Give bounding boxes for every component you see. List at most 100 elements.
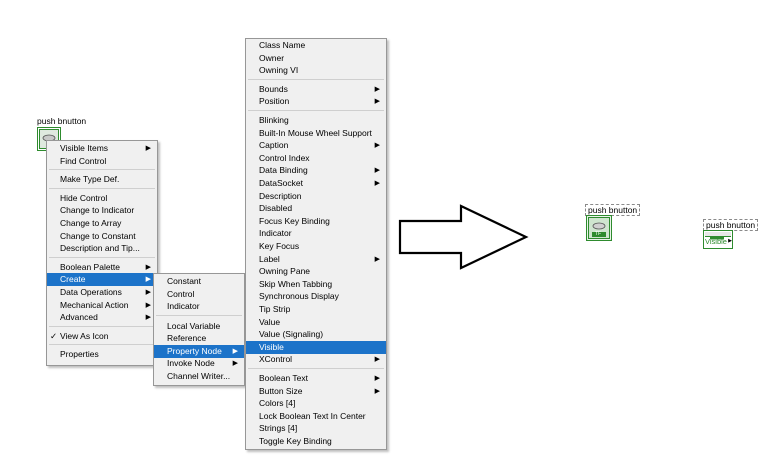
control-label: push bnutton [37,116,87,126]
property-menu-item-label[interactable]: Label ▶ [246,253,386,266]
property-menu-item-owning-vi[interactable]: Owning VI [246,64,386,77]
property-menu-item-xcontrol[interactable]: XControl ▶ [246,353,386,366]
property-menu-item-focus-key-binding[interactable]: Focus Key Binding [246,215,386,228]
menu-item-label: Change to Constant [60,230,136,241]
property-menu-item-owner[interactable]: Owner [246,52,386,65]
submenu-arrow-icon: ▶ [374,142,380,150]
submenu-arrow-icon: ▶ [232,360,238,367]
context-menu-item-description-and-tip[interactable]: Description and Tip... [47,242,157,255]
property-menu-item-colors-4[interactable]: Colors [4] [246,397,386,410]
menu-item-label: Invoke Node [167,358,215,368]
menu-item-label: Disabled [259,203,293,214]
menu-item-label: Lock Boolean Text In Center [259,410,366,421]
property-menu-item-position[interactable]: Position ▶ [246,95,386,108]
context-menu-item-make-type-def[interactable]: Make Type Def. [47,173,157,186]
property-menu-item-data-binding[interactable]: Data Binding ▶ [246,164,386,177]
property-menu-item-caption[interactable]: Caption ▶ [246,139,386,152]
menu-separator [49,187,155,189]
context-menu-item-properties[interactable]: Properties [47,348,157,361]
menu-separator [49,344,155,346]
menu-item-label: Focus Key Binding [259,215,330,226]
property-menu-item-blinking[interactable]: Blinking [246,114,386,127]
context-menu-item-hide-control[interactable]: Hide Control [47,192,157,205]
boolean-terminal-icon[interactable]: TF [585,214,613,242]
menu-item-label: View As Icon [60,330,109,341]
menu-item-label: Synchronous Display [259,291,339,302]
create-menu-item-local-variable[interactable]: Local Variable [154,320,244,333]
menu-item-label: Caption [259,140,289,151]
create-menu-item-reference[interactable]: Reference [154,332,244,345]
create-menu-item-indicator[interactable]: Indicator [154,300,244,313]
property-menu-item-toggle-key-binding[interactable]: Toggle Key Binding [246,435,386,448]
property-menu-item-control-index[interactable]: Control Index [246,152,386,165]
menu-item-label: Indicator [167,301,200,311]
property-menu-item-description[interactable]: Description [246,190,386,203]
menu-item-label: Button Size [259,385,303,396]
context-menu-item-find-control[interactable]: Find Control [47,155,157,168]
create-menu-item-control[interactable]: Control [154,288,244,301]
property-node-visible-label[interactable]: Visible [705,237,727,246]
submenu-arrow-icon: ▶ [145,145,151,152]
property-menu-item-button-size[interactable]: Button Size ▶ [246,385,386,398]
menu-item-label: Indicator [259,228,292,239]
context-menu-item-data-operations[interactable]: Data Operations ▶ [47,286,157,299]
menu-item-label: Value (Signaling) [259,329,324,340]
menu-item-label: Local Variable [167,320,221,331]
menu-item-label: Label [259,253,280,264]
context-menu-item-change-to-constant[interactable]: Change to Constant [47,230,157,243]
property-menu-item-value-signaling[interactable]: Value (Signaling) [246,328,386,341]
context-menu-item-visible-items[interactable]: Visible Items ▶ [47,142,157,155]
menu-item-label: Hide Control [60,192,108,203]
context-menu-item-change-to-array[interactable]: Change to Array [47,217,157,230]
create-menu-item-constant[interactable]: Constant [154,275,244,288]
menu-item-label: Owner [259,52,285,63]
property-menu-item-built-in-mouse-wheel-support[interactable]: Built-In Mouse Wheel Support [246,127,386,140]
context-menu: Visible Items ▶ Find Control Make Type Def.… [46,140,158,366]
create-menu-item-property-node[interactable]: Property Node ▶ [154,344,244,358]
right-arrow-icon [398,204,530,270]
property-menu-item-synchronous-display[interactable]: Synchronous Display [246,290,386,303]
menu-item-label: Value [259,316,281,327]
property-menu-item-datasocket[interactable]: DataSocket ▶ [246,177,386,190]
property-menu-item-skip-when-tabbing[interactable]: Skip When Tabbing [246,278,386,291]
menu-item-label: Visible Items [60,143,109,153]
submenu-arrow-icon: ▶ [374,387,380,395]
submenu-arrow-icon: ▶ [145,276,151,284]
property-node[interactable]: Visible ▶ [703,230,733,249]
context-menu-item-change-to-indicator[interactable]: Change to Indicator [47,204,157,217]
menu-item-label: Property Node [167,345,222,356]
menu-item-label: Description [259,190,302,201]
menu-item-label: Channel Writer... [167,370,231,381]
menu-item-label: Skip When Tabbing [259,278,333,289]
property-menu-item-key-focus[interactable]: Key Focus [246,240,386,253]
menu-item-label: Owning VI [259,65,299,76]
context-menu-item-mechanical-action[interactable]: Mechanical Action ▶ [47,299,157,312]
menu-item-label: Find Control [60,155,107,166]
menu-separator [49,256,155,258]
context-menu-item-view-as-icon[interactable]: View As Icon ✓ [47,330,157,343]
property-menu-item-boolean-text[interactable]: Boolean Text ▶ [246,372,386,385]
create-menu-item-invoke-node[interactable]: Invoke Node ▶ [154,357,244,370]
create-menu-item-channel-writer[interactable]: Channel Writer... [154,370,244,383]
menu-item-label: Owning Pane [259,266,311,277]
context-menu-item-advanced[interactable]: Advanced ▶ [47,311,157,324]
create-submenu: Constant Control Indicator Local Variable Re… [153,273,245,386]
menu-item-label: DataSocket [259,178,303,188]
property-menu-item-owning-pane[interactable]: Owning Pane [246,265,386,278]
property-menu-item-value[interactable]: Value [246,316,386,329]
menu-item-label: Data Binding [259,165,308,176]
property-menu-item-visible[interactable]: Visible [246,340,386,354]
menu-separator [248,78,384,80]
property-menu-item-indicator[interactable]: Indicator [246,227,386,240]
property-menu-item-tip-strip[interactable]: Tip Strip [246,303,386,316]
property-menu-item-bounds[interactable]: Bounds ▶ [246,83,386,96]
property-menu-item-disabled[interactable]: Disabled [246,202,386,215]
menu-item-label: Strings [4] [259,423,298,434]
context-menu-item-create[interactable]: Create ▶ [47,273,157,287]
context-menu-item-boolean-palette[interactable]: Boolean Palette ▶ [47,261,157,274]
property-menu-item-strings-4[interactable]: Strings [4] [246,422,386,435]
menu-item-label: Properties [60,349,99,360]
property-menu-item-lock-boolean-text-in-center[interactable]: Lock Boolean Text In Center [246,410,386,423]
property-menu-item-class-name[interactable]: Class Name [246,39,386,52]
submenu-arrow-icon: ▶ [145,301,151,309]
